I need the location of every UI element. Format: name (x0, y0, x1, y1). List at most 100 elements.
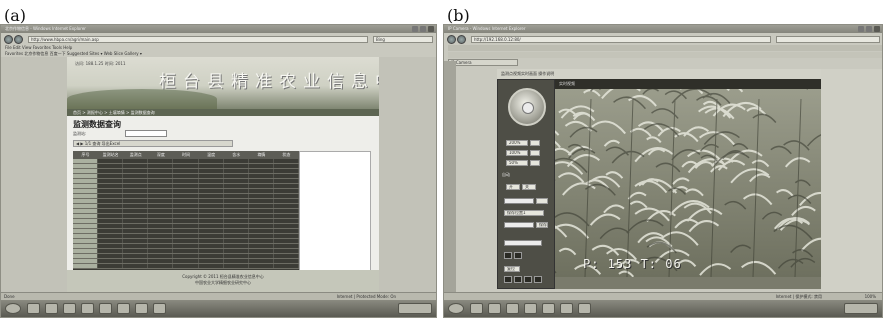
zoom-plus-button[interactable] (530, 140, 540, 146)
window-title-bar: IP Camera - Windows Internet Explorer (444, 25, 882, 33)
zoom-level[interactable]: 100% (865, 293, 876, 300)
preset-select[interactable] (504, 198, 534, 204)
column-header[interactable]: 深度 (148, 151, 173, 159)
taskbar-clock[interactable] (844, 303, 878, 314)
taskbar-app-icon[interactable] (135, 303, 148, 314)
table-cell (274, 244, 299, 248)
name-input[interactable] (504, 240, 542, 246)
table-toolbar[interactable]: ◀ ▶ 1/1 查询 导出Excel (73, 140, 233, 147)
darkbtn-2[interactable] (514, 252, 522, 259)
table-cell (199, 199, 224, 203)
table-header: 序号 监测站名 监测点 深度 时间 温度 含水 墒情 状态 (73, 151, 299, 159)
column-header[interactable]: 墒情 (249, 151, 274, 159)
menu-bar[interactable] (448, 45, 882, 51)
taskbar-app-icon[interactable] (578, 303, 591, 314)
maximize-button[interactable] (866, 26, 872, 32)
table-cell (123, 189, 149, 193)
search-box[interactable] (776, 36, 880, 43)
arrow-up-icon[interactable] (514, 276, 522, 283)
table-cell (224, 259, 249, 263)
start-orb-icon[interactable] (448, 303, 464, 314)
status-right: Internet | 保护模式: 禁用 (775, 294, 822, 299)
table-cell (73, 214, 99, 218)
site-container: 访问: 188.1.25 时间: 2011 桓台县精准农业信息中心 首页 > 测… (67, 57, 379, 292)
taskbar-app-icon[interactable] (560, 303, 573, 314)
save-button[interactable]: 保存 (536, 222, 548, 228)
column-header[interactable]: 时间 (173, 151, 198, 159)
ptz-direction-pad[interactable] (508, 88, 546, 126)
darkbtn-1[interactable] (504, 252, 512, 259)
arrow-down-icon[interactable] (524, 276, 532, 283)
forward-icon[interactable] (457, 35, 466, 44)
save-preset-button[interactable]: 保存位置1 (504, 210, 544, 216)
favorites-bar[interactable] (448, 52, 882, 58)
column-header[interactable]: 监测站名 (98, 151, 123, 159)
taskbar-app-icon[interactable] (99, 303, 112, 314)
back-icon[interactable] (447, 35, 456, 44)
menu-bar[interactable]: File Edit View Favorites Tools Help (5, 45, 436, 50)
ptz-center-button[interactable] (522, 102, 534, 114)
address-bar[interactable]: http://www.hbpa.cn/agri/main.asp (28, 36, 368, 43)
table-cell (73, 244, 99, 248)
site-title: 桓台县精准农业信息中心 (159, 72, 379, 92)
zoom-100-button[interactable]: 100% (506, 150, 528, 156)
table-cell (98, 229, 124, 233)
taskbar-app-icon[interactable] (524, 303, 537, 314)
back-icon[interactable] (4, 35, 13, 44)
minimize-button[interactable] (412, 26, 418, 32)
address-bar[interactable]: http://192.168.0.12:80/ (471, 36, 771, 43)
start-orb-icon[interactable] (5, 303, 21, 314)
on-button[interactable]: 开 (506, 184, 520, 190)
taskbar-ie-icon[interactable] (27, 303, 40, 314)
close-button[interactable] (428, 26, 434, 32)
table-row[interactable] (73, 264, 299, 269)
table-cell (98, 224, 124, 228)
table-cell (148, 189, 174, 193)
taskbar-app-icon[interactable] (488, 303, 501, 314)
table-cell (173, 194, 199, 198)
column-header[interactable]: 状态 (274, 151, 299, 159)
taskbar-app-icon[interactable] (63, 303, 76, 314)
taskbar-app-icon[interactable] (470, 303, 483, 314)
taskbar-folder-icon[interactable] (45, 303, 58, 314)
taskbar-app-icon[interactable] (542, 303, 555, 314)
arrow-left-icon[interactable] (504, 276, 512, 283)
table-cell (249, 214, 274, 218)
breadcrumb[interactable]: 首页 > 测报中心 > 土壤墒情 > 监测数据查询 (67, 109, 379, 116)
table-cell (73, 204, 99, 208)
window-title: IP Camera - Windows Internet Explorer (448, 26, 526, 31)
forward-icon[interactable] (14, 35, 23, 44)
preset-select-2[interactable] (504, 222, 534, 228)
column-header[interactable]: 温度 (199, 151, 224, 159)
taskbar-app-icon[interactable] (81, 303, 94, 314)
zoom-50-button[interactable]: 50% (506, 160, 528, 166)
arrow-right-icon[interactable] (534, 276, 542, 283)
taskbar-app-icon[interactable] (153, 303, 166, 314)
off-button[interactable]: 关 (522, 184, 536, 190)
station-select[interactable] (125, 130, 167, 137)
table-cell (173, 264, 199, 268)
table-cell (199, 234, 224, 238)
taskbar-clock[interactable] (398, 303, 432, 314)
table-cell (123, 214, 149, 218)
zoom-minus-button[interactable] (530, 160, 540, 166)
table-cell (98, 199, 124, 203)
search-box[interactable]: Bing (373, 36, 433, 43)
taskbar-app-icon[interactable] (117, 303, 130, 314)
maximize-button[interactable] (420, 26, 426, 32)
column-header[interactable]: 监测点 (123, 151, 148, 159)
taskbar-app-icon[interactable] (506, 303, 519, 314)
table-cell (73, 184, 99, 188)
minimize-button[interactable] (858, 26, 864, 32)
reset-button[interactable]: 复位 (504, 266, 520, 272)
preset-go-button[interactable] (536, 198, 548, 204)
table-cell (224, 224, 249, 228)
table-cell (249, 229, 274, 233)
column-header[interactable]: 含水 (224, 151, 249, 159)
zoom-200-button[interactable]: 200% (506, 140, 528, 146)
column-header[interactable]: 序号 (73, 151, 98, 159)
zoom-step-button[interactable] (530, 150, 540, 156)
close-button[interactable] (874, 26, 880, 32)
browser-tab[interactable]: IP Camera (448, 59, 518, 66)
table-cell (98, 264, 124, 268)
